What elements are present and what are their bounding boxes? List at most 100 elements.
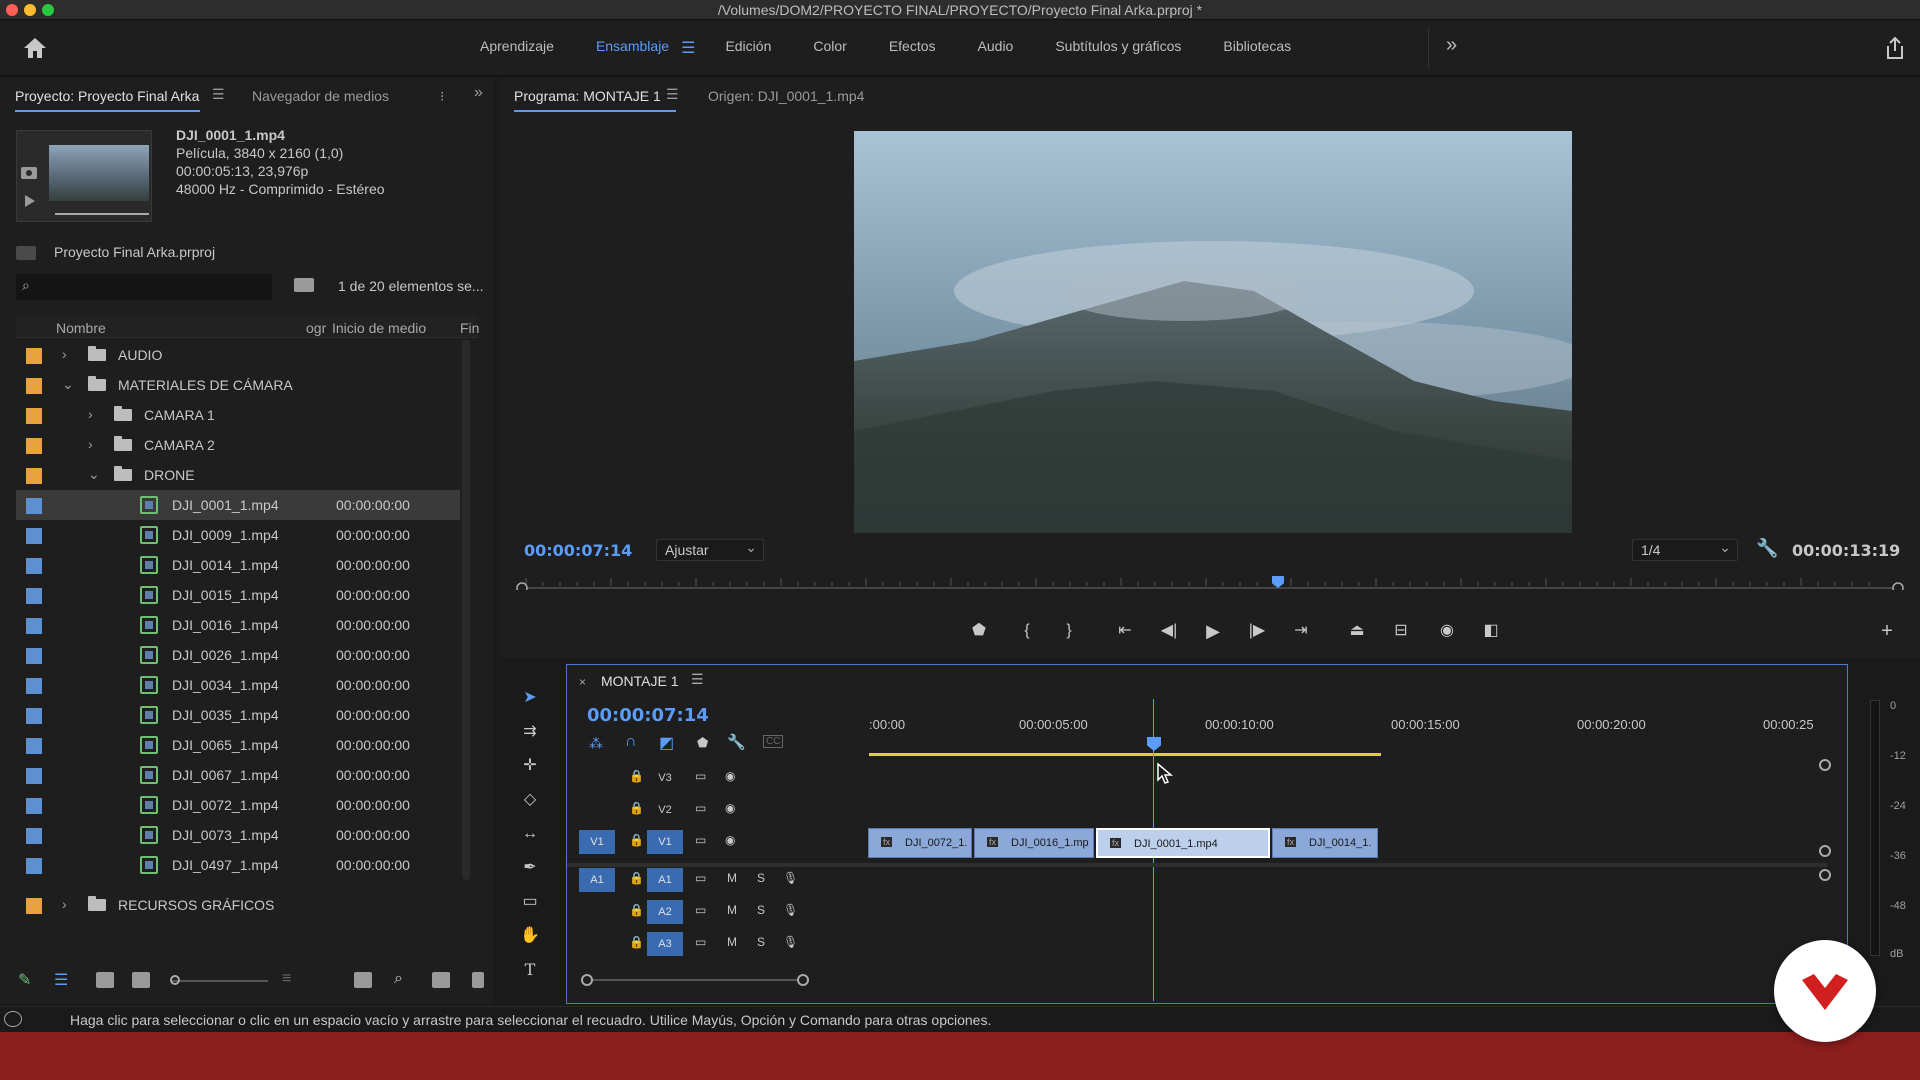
column-fin[interactable]: Fin xyxy=(460,320,479,336)
track-label[interactable]: A3 xyxy=(647,932,683,956)
tab-source[interactable]: Origen: DJI_0001_1.mp4 xyxy=(708,88,864,104)
clip-row[interactable]: DJI_0016_1.mp4 00:00:00:00 xyxy=(16,610,460,640)
color-label[interactable] xyxy=(26,528,42,544)
pen-tool-icon[interactable]: ✒ xyxy=(518,856,542,880)
vertical-scroll-handle[interactable] xyxy=(1819,869,1831,881)
zoom-slider[interactable] xyxy=(172,980,268,982)
lock-icon[interactable]: 🔒 xyxy=(629,801,644,815)
workspace-tab-edicion[interactable]: Edición xyxy=(725,38,771,60)
lock-icon[interactable]: 🔒 xyxy=(629,769,644,783)
folder-camera1[interactable]: › CAMARA 1 xyxy=(16,400,460,430)
work-area-bar[interactable] xyxy=(869,753,1381,756)
lift-icon[interactable]: ⏏ xyxy=(1346,620,1368,642)
collapse-icon[interactable]: ⌄ xyxy=(62,376,74,393)
zoom-start-handle[interactable] xyxy=(581,974,593,986)
clip-row[interactable]: DJI_0001_1.mp4 00:00:00:00 xyxy=(16,490,460,520)
program-current-time[interactable]: 00:00:07:14 xyxy=(524,541,632,560)
sync-lock-icon[interactable]: ▭ xyxy=(695,833,706,847)
extract-icon[interactable]: ⊟ xyxy=(1390,620,1412,642)
share-icon[interactable] xyxy=(1884,36,1906,60)
rectangle-tool-icon[interactable]: ▭ xyxy=(518,890,542,914)
source-patch-a1[interactable]: A1 xyxy=(579,868,615,892)
track-label[interactable]: V3 xyxy=(647,766,683,790)
color-label[interactable] xyxy=(26,378,42,394)
color-label[interactable] xyxy=(26,468,42,484)
color-label[interactable] xyxy=(26,588,42,604)
close-sequence-icon[interactable]: × xyxy=(579,675,586,689)
export-frame-icon[interactable]: ◉ xyxy=(1436,620,1458,642)
color-label[interactable] xyxy=(26,708,42,724)
sync-lock-icon[interactable]: ▭ xyxy=(695,871,706,885)
microphone-icon[interactable]: 🎙 xyxy=(783,935,798,949)
snap-icon[interactable]: ∩ xyxy=(625,733,637,751)
clip-row[interactable]: DJI_0067_1.mp4 00:00:00:00 xyxy=(16,760,460,790)
tab-media-browser[interactable]: Navegador de medios xyxy=(252,88,389,104)
comparison-view-icon[interactable]: ◧ xyxy=(1480,620,1502,642)
workspace-tab-audio[interactable]: Audio xyxy=(978,38,1014,60)
folder-camera2[interactable]: › CAMARA 2 xyxy=(16,430,460,460)
lock-icon[interactable]: 🔒 xyxy=(629,903,644,917)
add-marker-icon[interactable]: ⬟ xyxy=(968,620,990,642)
expand-icon[interactable]: › xyxy=(62,896,67,912)
razor-tool-icon[interactable]: ◇ xyxy=(518,788,542,812)
mark-out-icon[interactable]: } xyxy=(1058,620,1080,642)
color-label[interactable] xyxy=(26,738,42,754)
microphone-icon[interactable]: 🎙 xyxy=(783,903,798,917)
source-patch-v1[interactable]: V1 xyxy=(579,830,615,854)
clip-row[interactable]: DJI_0026_1.mp4 00:00:00:00 xyxy=(16,640,460,670)
mark-in-icon[interactable]: { xyxy=(1016,620,1038,642)
timeline-clip[interactable]: DJI_0016_1.mp xyxy=(974,828,1094,858)
color-label[interactable] xyxy=(26,438,42,454)
home-icon[interactable] xyxy=(22,36,48,60)
track-label[interactable]: A2 xyxy=(647,900,683,924)
color-label[interactable] xyxy=(26,678,42,694)
go-to-out-icon[interactable]: ⇥ xyxy=(1290,620,1312,642)
color-label[interactable] xyxy=(26,498,42,514)
folder-audio[interactable]: › AUDIO xyxy=(16,340,460,370)
workspace-menu-icon[interactable]: ☰ xyxy=(681,38,695,60)
sync-lock-icon[interactable]: ▭ xyxy=(695,935,706,949)
tab-project[interactable]: Proyecto: Proyecto Final Arka xyxy=(15,88,199,104)
lock-icon[interactable]: 🔒 xyxy=(629,935,644,949)
automate-sequence-icon[interactable] xyxy=(354,972,372,988)
write-enabled-icon[interactable]: ✎ xyxy=(18,970,31,990)
color-label[interactable] xyxy=(26,408,42,424)
timeline-playhead-handle[interactable] xyxy=(1147,737,1161,751)
folder-drone[interactable]: ⌄ DRONE xyxy=(16,460,460,490)
timeline-clip[interactable]: DJI_0014_1. xyxy=(1272,828,1378,858)
timeline-current-time[interactable]: 00:00:07:14 xyxy=(587,705,709,726)
button-editor-icon[interactable]: + xyxy=(1876,620,1898,642)
new-search-bin-icon[interactable] xyxy=(294,278,314,292)
resolution-dropdown[interactable]: 1/4 xyxy=(1632,539,1738,561)
clip-row[interactable]: DJI_0035_1.mp4 00:00:00:00 xyxy=(16,700,460,730)
lock-icon[interactable]: 🔒 xyxy=(629,871,644,885)
clip-thumbnail[interactable] xyxy=(16,130,152,222)
list-view-icon[interactable]: ☰ xyxy=(54,970,68,990)
folder-camera-materials[interactable]: ⌄ MATERIALES DE CÁMARA xyxy=(16,370,460,400)
clip-row[interactable]: DJI_0009_1.mp4 00:00:00:00 xyxy=(16,520,460,550)
new-bin-icon[interactable] xyxy=(432,972,450,988)
tab-program[interactable]: Programa: MONTAJE 1 xyxy=(514,88,661,104)
track-label[interactable]: V2 xyxy=(647,798,683,822)
timeline-clip[interactable]: DJI_0072_1. xyxy=(868,828,972,858)
workspace-tab-ensamblaje[interactable]: Ensamblaje xyxy=(596,38,669,60)
workspace-tab-aprendizaje[interactable]: Aprendizaje xyxy=(480,38,554,60)
sequence-tab[interactable]: MONTAJE 1 xyxy=(601,673,679,689)
project-panel-menu-icon[interactable]: ☰ xyxy=(212,86,225,103)
folder-graphics[interactable]: › RECURSOS GRÁFICOS xyxy=(16,890,460,920)
timeline-clip-selected[interactable]: DJI_0001_1.mp4 xyxy=(1096,828,1270,858)
zoom-end-handle[interactable] xyxy=(797,974,809,986)
clip-row[interactable]: DJI_0015_1.mp4 00:00:00:00 xyxy=(16,580,460,610)
clip-row[interactable]: DJI_0072_1.mp4 00:00:00:00 xyxy=(16,790,460,820)
color-label[interactable] xyxy=(26,798,42,814)
workspace-tab-subtitulos[interactable]: Subtítulos y gráficos xyxy=(1055,38,1181,60)
sequence-menu-icon[interactable]: ☰ xyxy=(691,671,704,688)
track-label[interactable]: V1 xyxy=(647,830,683,854)
clip-row[interactable]: DJI_0073_1.mp4 00:00:00:00 xyxy=(16,820,460,850)
mute-button[interactable]: M xyxy=(727,871,737,885)
color-label[interactable] xyxy=(26,898,42,914)
more-workspaces-icon[interactable]: » xyxy=(1446,34,1457,57)
step-back-icon[interactable]: ◀| xyxy=(1158,620,1180,642)
go-to-in-icon[interactable]: ⇤ xyxy=(1114,620,1136,642)
column-name[interactable]: Nombre xyxy=(56,320,106,336)
